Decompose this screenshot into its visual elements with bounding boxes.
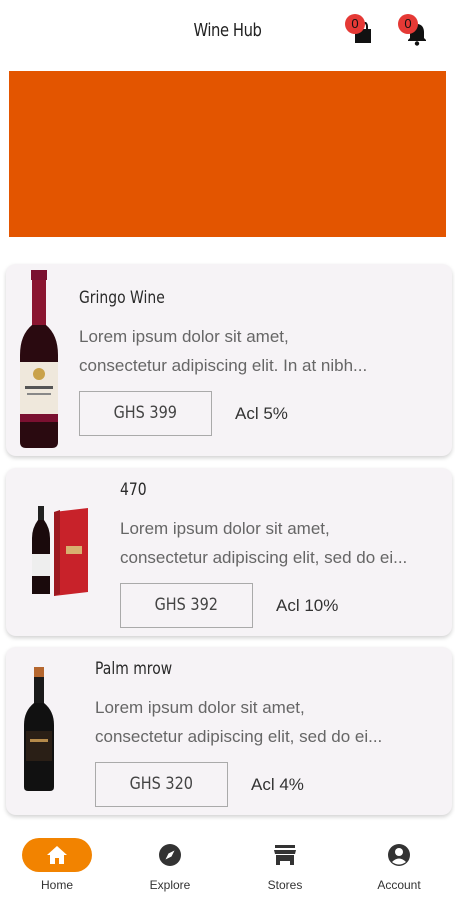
- wine-bottle-image: [20, 270, 58, 448]
- nav-label: Stores: [267, 878, 303, 892]
- product-card[interactable]: 470 Lorem ipsum dolor sit amet, consecte…: [6, 468, 452, 636]
- nav-account[interactable]: Account: [354, 838, 444, 892]
- product-card[interactable]: Gringo Wine Lorem ipsum dolor sit amet, …: [6, 264, 452, 456]
- app-bar: Wine Hub 0 0: [0, 0, 455, 68]
- wine-bottle-image: [24, 667, 54, 791]
- nav-home[interactable]: Home: [12, 838, 102, 892]
- nav-stores[interactable]: Stores: [240, 838, 330, 892]
- product-description: Lorem ipsum dolor sit amet, consectetur …: [95, 698, 383, 746]
- notifications-button[interactable]: 0: [398, 14, 428, 48]
- product-description: Lorem ipsum dolor sit amet, consectetur …: [120, 519, 408, 567]
- nav-label: Explore: [149, 878, 191, 892]
- bottom-navigation: Home Explore Stores Account: [0, 828, 455, 900]
- product-name: Gringo Wine: [79, 288, 165, 308]
- nav-explore[interactable]: Explore: [125, 838, 215, 892]
- product-price: GHS 392: [120, 583, 253, 628]
- product-alcohol: Acl 10%: [276, 596, 339, 615]
- product-name: 470: [120, 480, 147, 500]
- product-alcohol: Acl 5%: [235, 404, 288, 423]
- store-icon: [274, 845, 296, 865]
- product-price: GHS 399: [79, 391, 212, 436]
- cart-badge: 0: [345, 14, 365, 34]
- nav-label: Account: [377, 878, 421, 892]
- nav-active-indicator: [22, 838, 92, 872]
- compass-icon: [159, 844, 181, 866]
- notification-badge: 0: [398, 14, 418, 34]
- product-price: GHS 320: [95, 762, 228, 807]
- account-icon: [388, 844, 410, 866]
- nav-label: Home: [40, 878, 73, 892]
- cart-button[interactable]: 0: [345, 14, 375, 48]
- product-name: Palm mrow: [95, 659, 173, 679]
- product-description: Lorem ipsum dolor sit amet, consectetur …: [79, 327, 368, 375]
- home-icon: [47, 846, 67, 864]
- product-alcohol: Acl 4%: [251, 775, 304, 794]
- product-card[interactable]: Palm mrow Lorem ipsum dolor sit amet, co…: [6, 647, 452, 815]
- promo-banner[interactable]: [9, 71, 446, 237]
- wine-bottle-box-image: [32, 506, 88, 596]
